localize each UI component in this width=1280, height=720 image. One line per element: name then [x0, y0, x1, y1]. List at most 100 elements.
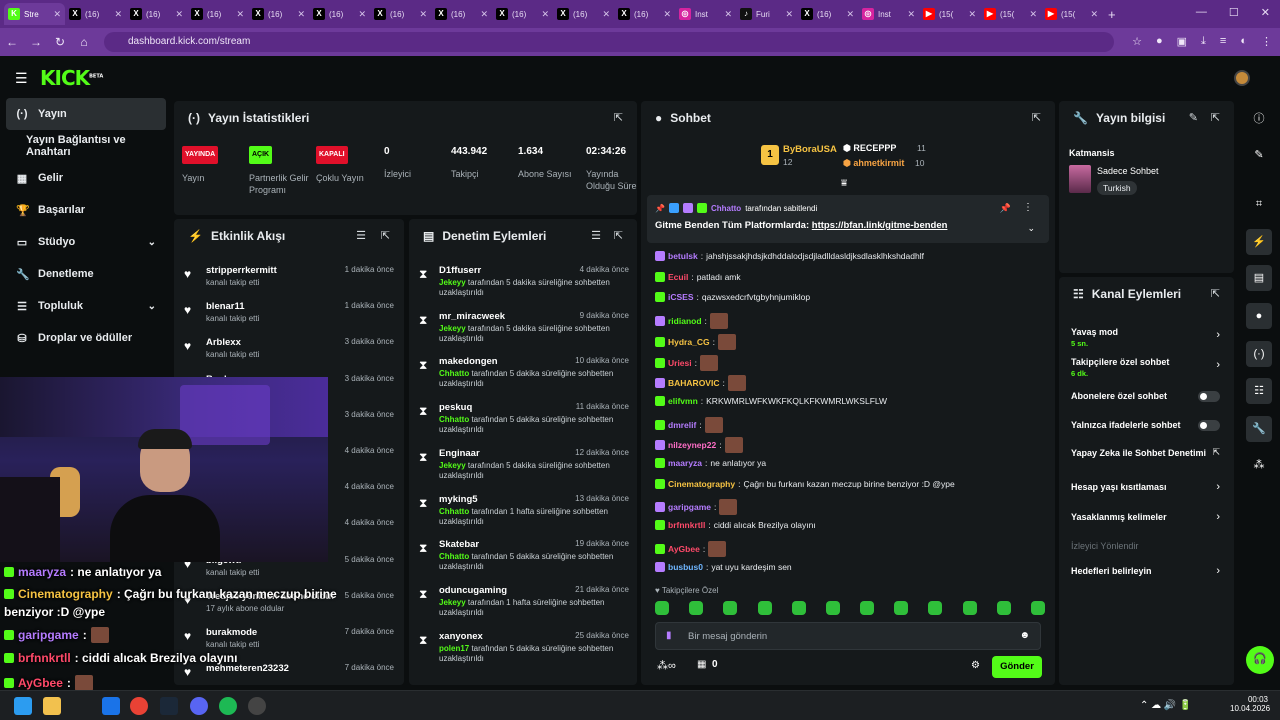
close-tab-icon[interactable]: ✕	[785, 9, 793, 20]
browser-tab[interactable]: X (16) ✕	[126, 3, 187, 25]
chevron-down-icon[interactable]: ⌄	[1027, 223, 1035, 234]
minimize-icon[interactable]: —	[1196, 6, 1207, 19]
close-tab-icon[interactable]: ✕	[907, 9, 915, 20]
close-tab-icon[interactable]: ✕	[1029, 9, 1037, 20]
close-tab-icon[interactable]: ✕	[358, 9, 366, 20]
gifter-2-name[interactable]: ⬢ RECEPPP	[843, 143, 896, 154]
browser-tab[interactable]: X (16) ✕	[248, 3, 309, 25]
chevron-right-icon[interactable]: ›	[1216, 565, 1220, 577]
browser-tab[interactable]: X (16) ✕	[187, 3, 248, 25]
hamburger-menu-icon[interactable]: ☰	[15, 70, 28, 87]
browser-tab[interactable]: X (16) ✕	[65, 3, 126, 25]
close-tab-icon[interactable]: ✕	[541, 9, 549, 20]
expand-gifters-icon[interactable]: ⩸	[841, 178, 847, 189]
quick-emote-icon[interactable]	[689, 601, 704, 615]
chat-message[interactable]: brfnnkrtll: ciddi alıcak Brezilya olayını	[655, 520, 816, 531]
close-tab-icon[interactable]: ✕	[114, 9, 122, 20]
popout-icon[interactable]: ⇱	[381, 229, 390, 242]
chat-username[interactable]: iCSES	[668, 292, 694, 302]
maximize-icon[interactable]: ☐	[1229, 6, 1239, 19]
close-tab-icon[interactable]: ✕	[1090, 9, 1098, 20]
tray-icons[interactable]: ⌃ ☁ 🔊 🔋	[1140, 700, 1192, 711]
moderation-item[interactable]: ⧗ makedongen Chhatto tarafından 5 dakika s…	[419, 356, 629, 402]
close-tab-icon[interactable]: ✕	[480, 9, 488, 20]
moderation-item[interactable]: ⧗ D1ffuserr Jekeyy tarafından 5 dakika sür…	[419, 265, 629, 311]
clock[interactable]: 00:03 10.04.2026	[1230, 695, 1270, 713]
new-tab-icon[interactable]: +	[1108, 7, 1116, 22]
sidebar-item[interactable]: ▭ Stüdyo ⌄	[0, 226, 172, 258]
kick-logo[interactable]: KICKBETA	[40, 66, 103, 90]
steam-icon[interactable]	[160, 697, 178, 715]
channel-action-item[interactable]: Yapay Zeka ile Sohbet Denetimi	[1071, 448, 1226, 458]
chat-username[interactable]: betulsk	[668, 251, 698, 261]
pinned-link[interactable]: https://bfan.link/gitme-benden	[812, 220, 948, 231]
close-tab-icon[interactable]: ✕	[663, 9, 671, 20]
toggle-switch[interactable]	[1198, 391, 1220, 402]
browser-tab[interactable]: X (16) ✕	[492, 3, 553, 25]
quick-emote-icon[interactable]	[723, 601, 738, 615]
more-options-icon[interactable]: ⋮	[1023, 202, 1033, 213]
close-tab-icon[interactable]: ✕	[602, 9, 610, 20]
close-tab-icon[interactable]: ✕	[724, 9, 732, 20]
chat-message[interactable]: ridianod:	[655, 313, 728, 330]
back-icon[interactable]: ←	[0, 35, 24, 49]
moderation-item[interactable]: ⧗ peskuq Chhatto tarafından 5 dakika sürel…	[419, 402, 629, 448]
unpin-icon[interactable]: 📌	[1000, 203, 1011, 214]
quick-emote-icon[interactable]	[928, 601, 943, 615]
quick-emote-icon[interactable]	[860, 601, 875, 615]
info-icon[interactable]: ⓘ	[1246, 106, 1272, 132]
browser-tab[interactable]: ◎ Inst ✕	[858, 3, 919, 25]
chat-username[interactable]: BAHAROVIC	[668, 378, 719, 388]
chat-message[interactable]: garipgame:	[655, 499, 738, 516]
chat-message[interactable]: BAHAROVIC:	[655, 375, 746, 392]
broadcast-icon[interactable]: (·)	[1246, 341, 1272, 367]
quick-emote-icon[interactable]	[655, 601, 669, 615]
chat-username[interactable]: nilzeynep22	[668, 440, 716, 450]
chat-input[interactable]: ▮ Bir mesaj gönderin ☻	[655, 622, 1041, 650]
browser-tab[interactable]: ▶ (15(✕	[919, 3, 980, 25]
channel-action-item[interactable]: Hedefleri belirleyin	[1071, 566, 1226, 576]
chat-username[interactable]: garipgame	[668, 502, 711, 512]
home-icon[interactable]: ⌂	[72, 35, 96, 49]
gifter-3-name[interactable]: ⬢ ahmetkirmit	[843, 158, 904, 169]
chat-message[interactable]: Hydra_CG:	[655, 333, 736, 350]
chat-username[interactable]: dmrelif	[668, 420, 696, 430]
activity-item[interactable]: ♥ blenar11 kanalı takip etti 1 dakika önce	[184, 299, 394, 335]
activity-item[interactable]: ♥ Arblexx kanalı takip etti 3 dakika önce	[184, 335, 394, 371]
forward-icon[interactable]: →	[24, 35, 48, 49]
moderation-item[interactable]: ⧗ xanyonex polen17 tarafından 5 dakika sür…	[419, 631, 629, 677]
activity-item[interactable]: ♥ stripperrkermitt kanalı takip etti 1 daki…	[184, 263, 394, 299]
browser-tab[interactable]: X (16) ✕	[431, 3, 492, 25]
chat-message[interactable]: elifvmn: KRKWMRLWFKWKFKQLKFKWMRLWKSLFLW	[655, 395, 887, 406]
chat-username[interactable]: maaryza	[668, 458, 702, 468]
filter-icon[interactable]: ☰	[356, 229, 366, 242]
moderation-item[interactable]: ⧗ oduncugaming Jekeyy tarafından 1 hafta s…	[419, 585, 629, 631]
outlook-icon[interactable]	[102, 697, 120, 715]
browser-tab[interactable]: ◎ Inst ✕	[675, 3, 736, 25]
pencil-icon[interactable]: ✎	[1246, 142, 1272, 168]
document-icon[interactable]: ▤	[1246, 265, 1272, 291]
lightning-icon[interactable]: ⚡	[1246, 229, 1272, 255]
popout-icon[interactable]: ⇱	[614, 229, 623, 242]
browser-tab[interactable]: ♪ Furi ✕	[736, 3, 797, 25]
browser-tab[interactable]: X (16) ✕	[309, 3, 370, 25]
send-button[interactable]: Gönder	[992, 656, 1042, 678]
quick-emote-icon[interactable]	[996, 601, 1011, 615]
channel-action-item[interactable]: Yavaş mod 5 sn.	[1071, 327, 1226, 348]
file-explorer-icon[interactable]	[43, 697, 61, 715]
chat-message[interactable]: betulsk: jahshjssakjhdsjkdhddalodjsdjladl…	[655, 251, 924, 261]
bookmark-star-icon[interactable]: ☆	[1132, 35, 1142, 48]
windows-start-icon[interactable]	[14, 697, 32, 715]
chat-username[interactable]: Cinematography	[668, 479, 735, 489]
menu-icon[interactable]: ⋮	[1261, 35, 1272, 48]
chat-message[interactable]: busbus0: yat uyu kardeşim sen	[655, 561, 792, 572]
browser-tab[interactable]: K Stre ✕	[4, 3, 65, 25]
moderation-item[interactable]: ⧗ Skatebar Chhatto tarafından 5 dakika sür…	[419, 539, 629, 585]
popout-icon[interactable]: ⇱	[1211, 287, 1220, 300]
extensions-puzzle-icon[interactable]: ▣	[1177, 35, 1187, 48]
spotify-icon[interactable]	[219, 697, 237, 715]
download-icon[interactable]: ⤓	[1201, 35, 1206, 48]
browser-tab[interactable]: X (16) ✕	[370, 3, 431, 25]
chat-username[interactable]: busbus0	[668, 562, 703, 572]
browser-tab[interactable]: ▶ (15(✕	[980, 3, 1041, 25]
